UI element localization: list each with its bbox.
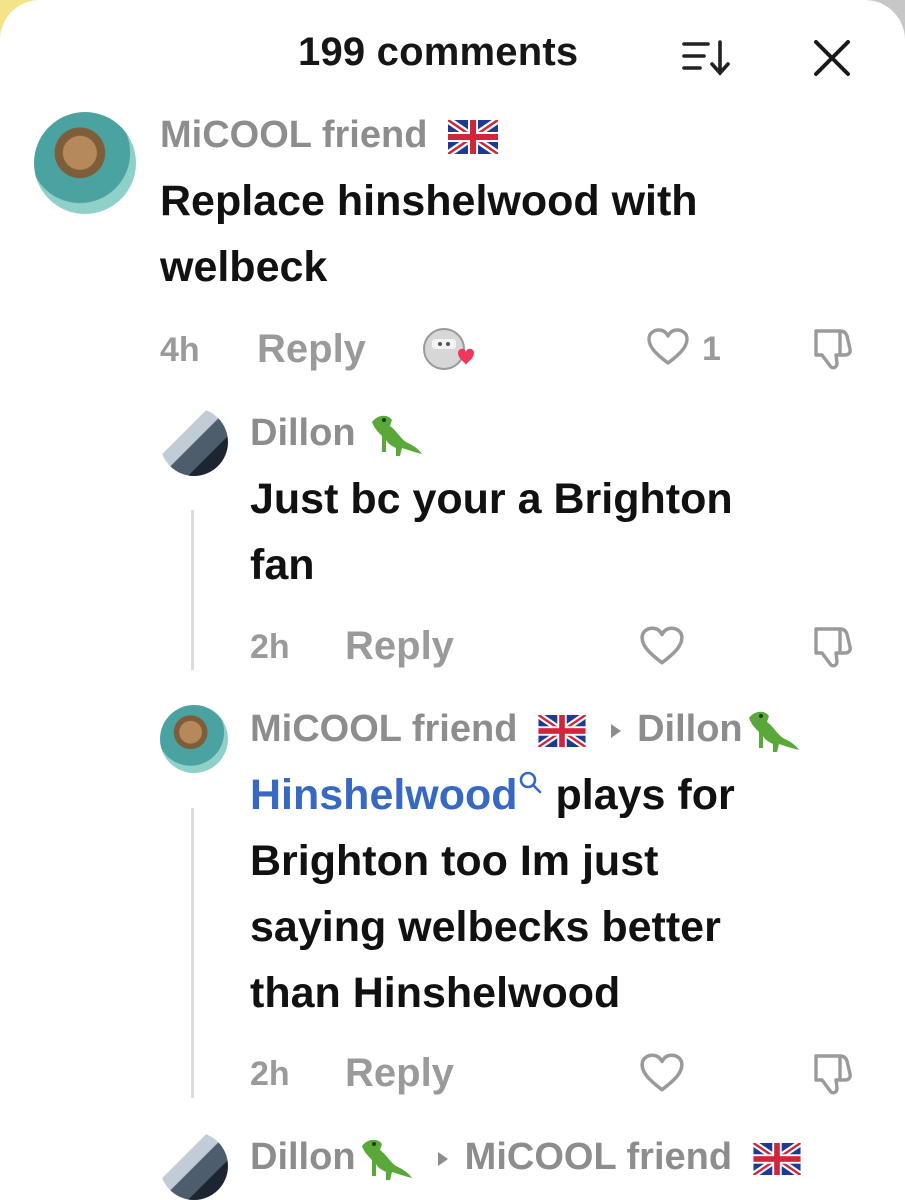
t-rex-emoji-icon (372, 415, 423, 456)
heart-icon (647, 328, 689, 365)
thumbs-down-icon (814, 329, 852, 370)
reply-button[interactable]: Reply (257, 327, 366, 372)
comment-time: 4h (160, 331, 200, 369)
avatar[interactable] (160, 408, 228, 476)
comment-text: Replace hinshelwood with welbeck (160, 168, 698, 300)
dislike-button[interactable] (810, 325, 856, 371)
reply-to-username: MiCOOL friend (464, 1136, 733, 1179)
comment-username[interactable]: Dillon MiCOOL friend (250, 1136, 801, 1182)
thread-line (191, 510, 194, 670)
comment-text: Just bc your a Brighton fan (250, 466, 733, 598)
comment-line-text: plays for (555, 771, 735, 819)
close-icon (814, 40, 850, 76)
like-button[interactable] (639, 1052, 685, 1094)
close-button[interactable] (810, 36, 854, 80)
comment-username[interactable]: Dillon (250, 412, 424, 458)
comment-line: fan (250, 541, 315, 589)
comment-line: than Hinshelwood (250, 969, 621, 1017)
comment-line: Replace hinshelwood with (160, 177, 698, 225)
comments-count-title: 199 comments (298, 30, 579, 74)
t-rex-emoji-icon (748, 711, 799, 752)
username-text: Dillon (250, 412, 356, 455)
thread-line (191, 808, 194, 1098)
comment-line: Hinshelwood plays for (250, 762, 735, 828)
like-count: 1 (702, 330, 721, 368)
caret-right-icon (610, 724, 621, 738)
comment-line: welbeck (160, 243, 328, 291)
sort-button[interactable] (680, 38, 736, 78)
comment-username[interactable]: MiCOOL friend (160, 114, 498, 157)
creator-avatar-icon (423, 328, 474, 370)
username-text: MiCOOL friend (160, 114, 428, 156)
heart-icon (640, 1053, 684, 1092)
sort-icon (682, 40, 730, 76)
search-icon[interactable] (518, 770, 544, 796)
thumbs-down-icon (814, 627, 852, 668)
username-text: MiCOOL friend (250, 708, 518, 751)
comment-time: 2h (250, 1055, 290, 1093)
thumbs-down-icon (814, 1054, 852, 1095)
comment-line: saying welbecks better (250, 903, 721, 951)
heart-icon (640, 626, 684, 665)
avatar[interactable] (160, 1132, 228, 1200)
uk-flag-icon (447, 119, 498, 154)
reply-button[interactable]: Reply (345, 1051, 454, 1096)
reply-to-username: Dillon (637, 708, 743, 751)
avatar[interactable] (34, 112, 136, 214)
like-button[interactable] (646, 327, 690, 367)
comment-username[interactable]: MiCOOL friend Dillon (250, 708, 801, 754)
uk-flag-icon (752, 1143, 801, 1175)
mention-link[interactable]: Hinshelwood (250, 771, 518, 819)
dislike-button[interactable] (810, 1050, 856, 1096)
caret-right-icon (438, 1152, 449, 1166)
comments-header: 199 comments (0, 0, 905, 110)
comment-text: Hinshelwood plays for Brighton too Im ju… (250, 762, 735, 1026)
comment-line: Just bc your a Brighton (250, 475, 733, 523)
username-text: Dillon (250, 1136, 356, 1179)
uk-flag-icon (537, 715, 586, 747)
comment-line: Brighton too Im just (250, 837, 659, 885)
dislike-button[interactable] (810, 623, 856, 669)
creator-liked-badge (422, 325, 478, 375)
t-rex-emoji-icon (361, 1139, 412, 1180)
avatar[interactable] (160, 705, 228, 773)
comments-sheet: 199 comments MiCOOL friend Replace hinsh… (0, 0, 905, 1200)
comment-time: 2h (250, 628, 290, 666)
like-button[interactable] (639, 625, 685, 667)
reply-button[interactable]: Reply (345, 624, 454, 669)
